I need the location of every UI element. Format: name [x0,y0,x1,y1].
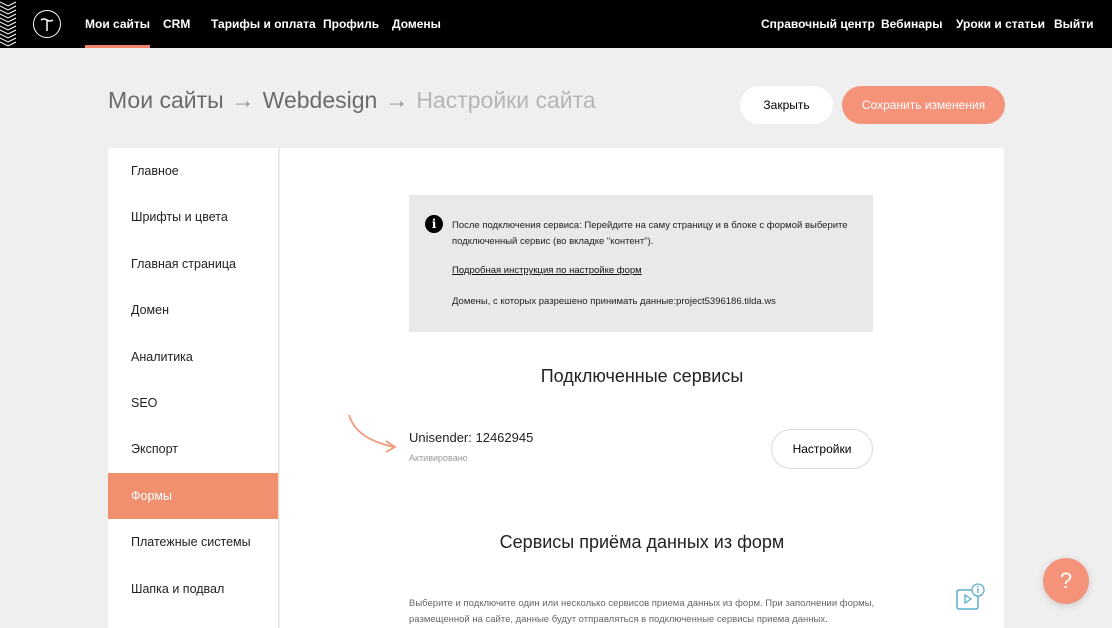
logo-glyph-icon [40,18,54,31]
nav-lessons[interactable]: Уроки и статьи [956,0,1045,48]
breadcrumb: Мои сайты → Webdesign → Настройки сайта [108,87,596,114]
info-box: i После подключения сервиса: Перейдите н… [409,195,873,332]
forms-instruction-link[interactable]: Подробная инструкция по настройке форм [452,265,642,276]
data-receiving-description: Выберите и подключите один или несколько… [409,598,875,625]
sidebar-item-seo[interactable]: SEO [108,380,278,426]
breadcrumb-current: Настройки сайта [416,87,596,113]
service-name: Unisender: 12462945 [409,430,534,445]
sidebar-item-analytics[interactable]: Аналитика [108,334,278,380]
top-nav: Мои сайты CRM Тарифы и оплата Профиль До… [0,0,1112,48]
sidebar-item-payment-systems[interactable]: Платежные системы [108,519,278,565]
sidebar-item-header-footer[interactable]: Шапка и подвал [108,566,278,612]
help-button[interactable]: ? [1043,558,1089,604]
nav-profile[interactable]: Профиль [323,0,379,48]
save-changes-button[interactable]: Сохранить изменения [842,86,1005,124]
video-help-icon[interactable] [956,583,986,611]
nav-domains[interactable]: Домены [392,0,441,48]
sidebar-item-main[interactable]: Главное [108,148,278,194]
info-text: После подключения сервиса: Перейдите на … [452,220,848,247]
sidebar-item-home-page[interactable]: Главная страница [108,241,278,287]
breadcrumb-separator: → [231,87,255,113]
breadcrumb-my-sites[interactable]: Мои сайты [108,87,224,113]
service-settings-button[interactable]: Настройки [771,429,873,469]
settings-sidebar: Главное Шрифты и цвета Главная страница … [108,148,279,628]
sidebar-item-fonts-colors[interactable]: Шрифты и цвета [108,194,278,240]
nav-crm[interactable]: CRM [163,0,190,48]
nav-my-sites[interactable]: Мои сайты [85,0,151,48]
nav-webinars[interactable]: Вебинары [881,0,942,48]
service-status: Активировано [409,453,468,463]
info-icon: i [425,215,443,233]
breadcrumb-project[interactable]: Webdesign [263,87,378,113]
main-content: i После подключения сервиса: Перейдите н… [280,148,1004,628]
nav-tariffs[interactable]: Тарифы и оплата [211,0,316,48]
sidebar-item-export[interactable]: Экспорт [108,426,278,472]
sidebar-item-domain[interactable]: Домен [108,287,278,333]
connected-services-heading: Подключенные сервисы [540,366,744,386]
tilda-logo-icon[interactable] [33,10,61,38]
nav-help-center[interactable]: Справочный центр [761,0,875,48]
data-receiving-services-heading: Сервисы приёма данных из форм [499,532,785,552]
curved-arrow-icon [348,414,397,453]
allowed-domains-text: Домены, с которых разрешено принимать да… [452,296,776,307]
zigzag-pattern-icon [0,1,17,47]
close-button[interactable]: Закрыть [740,86,833,124]
nav-logout[interactable]: Выйти [1054,0,1094,48]
breadcrumb-separator: → [385,87,409,113]
sidebar-item-forms[interactable]: Формы [108,472,278,520]
